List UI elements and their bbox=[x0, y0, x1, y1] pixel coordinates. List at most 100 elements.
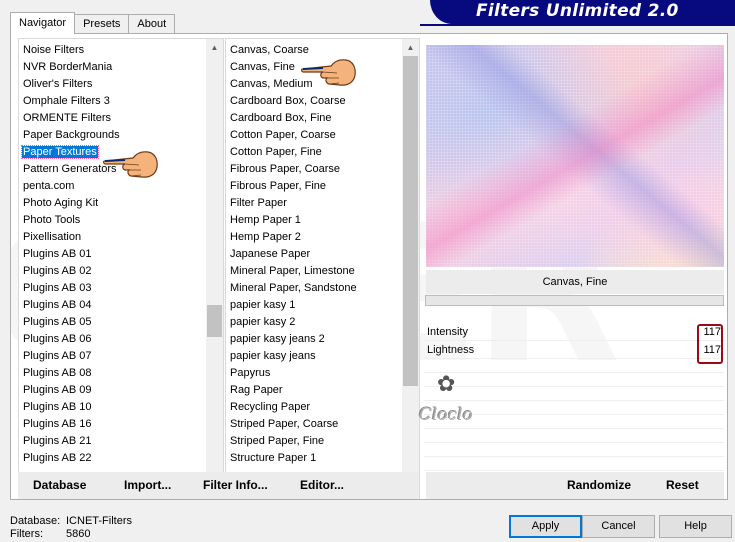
list-item-label: papier kasy 2 bbox=[230, 316, 296, 328]
status-label: Filters: bbox=[10, 528, 43, 540]
list-item-label: Papyrus bbox=[230, 367, 271, 379]
list-item[interactable]: ORMENTE Filters bbox=[19, 110, 206, 127]
list-item[interactable]: Cotton Paper, Fine bbox=[226, 144, 402, 161]
list-item[interactable]: Plugins AB 06 bbox=[19, 331, 206, 348]
list-item-label: Cotton Paper, Fine bbox=[230, 146, 322, 158]
apply-button[interactable]: Apply bbox=[509, 515, 582, 538]
tab-navigator[interactable]: Navigator bbox=[10, 12, 76, 34]
list-item-label: Fibrous Paper, Coarse bbox=[230, 163, 341, 175]
list-item[interactable]: Hemp Paper 2 bbox=[226, 229, 402, 246]
list-item[interactable]: NVR BorderMania bbox=[19, 59, 206, 76]
selected-filter-name: Canvas, Fine bbox=[426, 270, 724, 294]
list-item[interactable]: Japanese Paper bbox=[226, 246, 402, 263]
list-item[interactable]: papier kasy 1 bbox=[226, 297, 402, 314]
param-intensity[interactable]: Intensity 117 bbox=[424, 323, 724, 341]
list-item[interactable]: Rag Paper bbox=[226, 382, 402, 399]
reset-button[interactable]: Reset bbox=[666, 472, 699, 499]
list-item-label: Paper Textures bbox=[21, 145, 99, 159]
list-item-label: Cardboard Box, Fine bbox=[230, 112, 332, 124]
list-item[interactable]: Plugins AB 10 bbox=[19, 399, 206, 416]
filter-info-button[interactable]: Filter Info... bbox=[203, 472, 268, 499]
tab-bar: Navigator Presets About bbox=[10, 12, 176, 34]
filter-scroll-thumb[interactable] bbox=[403, 56, 418, 386]
list-item[interactable]: Plugins AB 02 bbox=[19, 263, 206, 280]
list-item[interactable]: Cardboard Box, Fine bbox=[226, 110, 402, 127]
list-item[interactable]: papier kasy jeans 2 bbox=[226, 331, 402, 348]
list-item-label: Photo Aging Kit bbox=[23, 197, 99, 209]
list-item[interactable]: Plugins AB 21 bbox=[19, 433, 206, 450]
category-scrollbar[interactable]: ▲ ▼ bbox=[206, 39, 223, 499]
list-item[interactable]: Striped Paper, Fine bbox=[226, 433, 402, 450]
list-item[interactable]: Filter Paper bbox=[226, 195, 402, 212]
param-lightness[interactable]: Lightness 117 bbox=[424, 341, 724, 359]
list-item-label: penta.com bbox=[23, 180, 75, 192]
title-banner: Filters Unlimited 2.0 bbox=[430, 0, 735, 24]
navigator-panel: OWER Noise FiltersNVR BorderManiaOliver'… bbox=[10, 33, 728, 500]
list-item-label: NVR BorderMania bbox=[23, 61, 113, 73]
list-item-label: Plugins AB 08 bbox=[23, 367, 92, 379]
category-list[interactable]: Noise Filters NVR BorderMania Oliver's Fil… bbox=[18, 38, 224, 499]
list-item[interactable]: papier kasy 2 bbox=[226, 314, 402, 331]
list-item[interactable]: Mineral Paper, Limestone bbox=[226, 263, 402, 280]
list-item[interactable]: Hemp Paper 1 bbox=[226, 212, 402, 229]
list-item[interactable]: Plugins AB 16 bbox=[19, 416, 206, 433]
import-button[interactable]: Import... bbox=[124, 472, 171, 499]
list-item[interactable]: Omphale Filters 3 bbox=[19, 93, 206, 110]
list-item[interactable]: Plugins AB 22 bbox=[19, 450, 206, 467]
database-button[interactable]: Database bbox=[33, 472, 86, 499]
list-item-label: Plugins AB 16 bbox=[23, 418, 92, 430]
list-item[interactable]: Cardboard Box, Coarse bbox=[226, 93, 402, 110]
pointing-hand-icon bbox=[103, 151, 158, 178]
list-item-label: Cotton Paper, Coarse bbox=[230, 129, 336, 141]
editor-button[interactable]: Editor... bbox=[300, 472, 344, 499]
list-item[interactable]: Recycling Paper bbox=[226, 399, 402, 416]
param-empty-row bbox=[424, 443, 724, 457]
list-item[interactable]: Fibrous Paper, Coarse bbox=[226, 161, 402, 178]
list-item[interactable]: Fibrous Paper, Fine bbox=[226, 178, 402, 195]
randomize-button[interactable]: Randomize bbox=[567, 472, 631, 499]
list-item-label: Plugins AB 04 bbox=[23, 299, 92, 311]
cancel-button[interactable]: Cancel bbox=[582, 515, 655, 538]
status-filters: Filters: 5860 bbox=[10, 528, 90, 540]
list-item[interactable]: Striped Paper, Coarse bbox=[226, 416, 402, 433]
tab-about[interactable]: About bbox=[128, 14, 176, 34]
list-item[interactable]: Oliver's Filters bbox=[19, 76, 206, 93]
list-item-label: Plugins AB 02 bbox=[23, 265, 92, 277]
category-scroll-thumb[interactable] bbox=[207, 305, 222, 337]
list-item[interactable]: Plugins AB 07 bbox=[19, 348, 206, 365]
list-item[interactable]: Photo Aging Kit bbox=[19, 195, 206, 212]
list-item[interactable]: Paper Backgrounds bbox=[19, 127, 206, 144]
list-item-label: Canvas, Fine bbox=[230, 61, 295, 73]
list-item[interactable]: Cotton Paper, Coarse bbox=[226, 127, 402, 144]
list-item-label: papier kasy jeans bbox=[230, 350, 316, 362]
list-item-label: Recycling Paper bbox=[230, 401, 311, 413]
list-item-label: Rag Paper bbox=[230, 384, 283, 396]
tab-presets[interactable]: Presets bbox=[74, 14, 130, 34]
values-highlight-box bbox=[697, 324, 723, 364]
list-item[interactable]: Plugins AB 08 bbox=[19, 365, 206, 382]
list-item-label: Plugins AB 01 bbox=[23, 248, 92, 260]
list-item[interactable]: Plugins AB 04 bbox=[19, 297, 206, 314]
scroll-up-arrow-icon[interactable]: ▲ bbox=[402, 39, 419, 56]
list-item[interactable]: Pixellisation bbox=[19, 229, 206, 246]
list-item[interactable]: Plugins AB 05 bbox=[19, 314, 206, 331]
list-item[interactable]: Papyrus bbox=[226, 365, 402, 382]
list-item[interactable]: Mineral Paper, Sandstone bbox=[226, 280, 402, 297]
banner-underline bbox=[420, 24, 735, 26]
filter-preview-image[interactable] bbox=[426, 45, 724, 267]
list-item[interactable]: papier kasy jeans bbox=[226, 348, 402, 365]
list-item[interactable]: Noise Filters bbox=[19, 42, 206, 59]
list-item-label: Oliver's Filters bbox=[23, 78, 93, 90]
scroll-up-arrow-icon[interactable]: ▲ bbox=[206, 39, 223, 56]
list-item[interactable]: Plugins AB 03 bbox=[19, 280, 206, 297]
filter-list[interactable]: Canvas, Coarse Canvas, Fine Canvas, Medium… bbox=[225, 38, 420, 499]
list-item[interactable]: Plugins AB 01 bbox=[19, 246, 206, 263]
help-button[interactable]: Help bbox=[659, 515, 732, 538]
list-item[interactable]: Structure Paper 1 bbox=[226, 450, 402, 467]
param-label: Lightness bbox=[427, 344, 475, 356]
param-label: Intensity bbox=[427, 326, 468, 338]
list-item[interactable]: Photo Tools bbox=[19, 212, 206, 229]
list-item[interactable]: penta.com bbox=[19, 178, 206, 195]
list-item[interactable]: Plugins AB 09 bbox=[19, 382, 206, 399]
category-items: Noise Filters NVR BorderMania Oliver's Fil… bbox=[19, 42, 206, 467]
